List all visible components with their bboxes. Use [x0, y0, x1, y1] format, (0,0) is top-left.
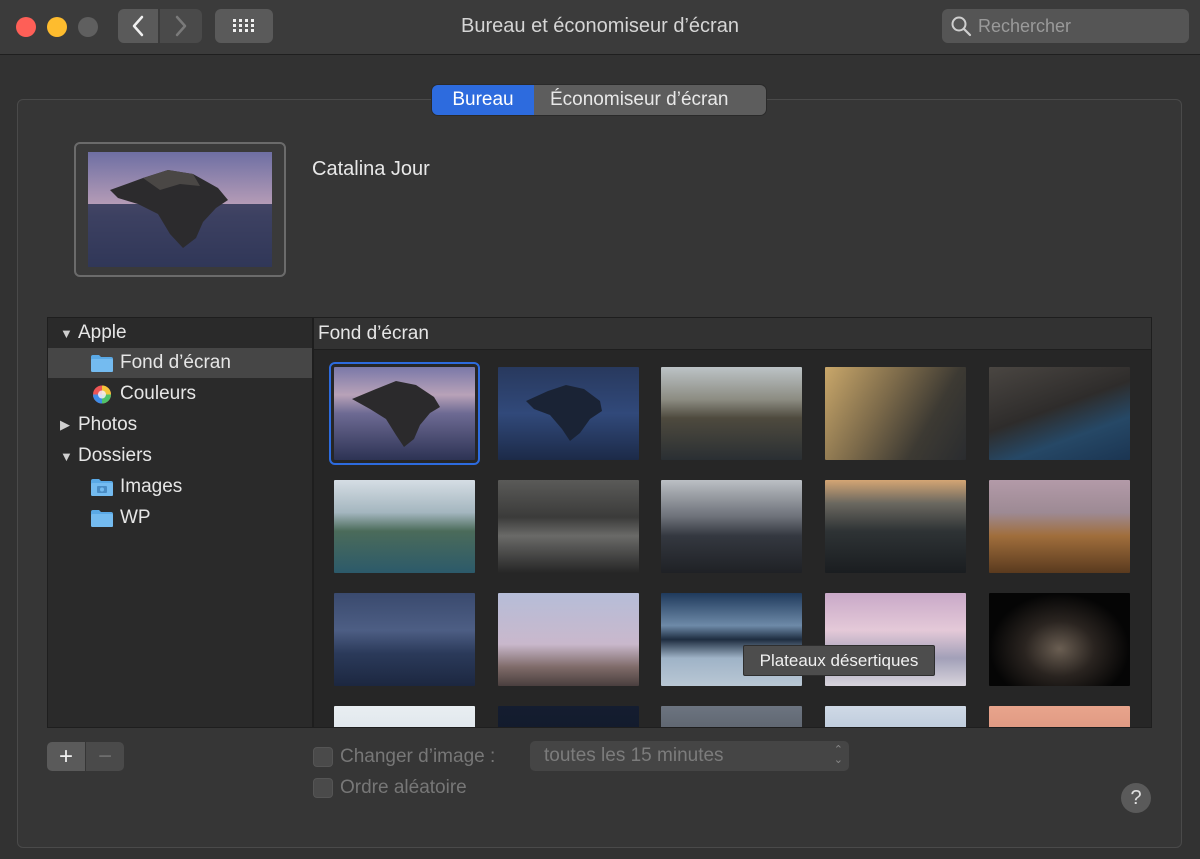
sidebar-item-label: Photos — [78, 414, 138, 435]
color-wheel-icon — [93, 385, 111, 403]
wallpaper-thumb-coast[interactable] — [334, 480, 475, 573]
updown-chevron-icon: ⌃ ⌄ — [833, 744, 843, 766]
wallpaper-thumb-desert-rock[interactable] — [498, 593, 639, 686]
tab-bar: Bureau Économiseur d’écran — [432, 85, 766, 115]
folder-icon — [91, 509, 113, 527]
sidebar-item-wp[interactable]: WP — [48, 503, 312, 533]
sidebar-item-label: Images — [120, 476, 183, 497]
wallpaper-preview — [74, 142, 286, 277]
tab-screensaver[interactable]: Économiseur d’écran — [534, 85, 766, 115]
search-placeholder: Rechercher — [978, 15, 1072, 36]
random-order-checkbox[interactable] — [313, 778, 333, 798]
wallpaper-thumb-tufa-night[interactable] — [989, 593, 1130, 686]
tab-bureau[interactable]: Bureau — [432, 85, 534, 115]
sidebar-item-fond-ecran[interactable]: Fond d’écran — [48, 348, 312, 378]
remove-folder-button[interactable]: − — [86, 742, 124, 771]
disclosure-right-icon[interactable]: ▶ — [60, 417, 74, 433]
thumbnail-tooltip: Plateaux désertiques — [743, 645, 935, 676]
sidebar-group-dossiers[interactable]: ▼ Dossiers — [48, 441, 312, 471]
sidebar-item-label: Dossiers — [78, 445, 152, 466]
wallpaper-thumb-rock-water[interactable] — [989, 367, 1130, 460]
title-bar: Bureau et économiseur d’écran Rechercher — [0, 0, 1200, 55]
wallpaper-name: Catalina Jour — [312, 158, 430, 180]
wallpaper-thumb-row4-5[interactable] — [989, 706, 1130, 727]
add-folder-button[interactable]: + — [47, 742, 85, 771]
random-order-label: Ordre aléatoire — [340, 777, 467, 798]
sidebar-item-label: Fond d’écran — [120, 352, 231, 373]
interval-value: toutes les 15 minutes — [544, 745, 724, 766]
sidebar-item-label: Apple — [78, 322, 127, 343]
sidebar-group-apple[interactable]: ▼ Apple — [48, 318, 312, 348]
wallpaper-thumb-stormy-sea[interactable] — [498, 480, 639, 573]
interval-select[interactable]: toutes les 15 minutes ⌃ ⌄ — [530, 741, 849, 771]
disclosure-down-icon[interactable]: ▼ — [60, 326, 74, 341]
wallpaper-thumb-cliffs-2[interactable] — [825, 367, 966, 460]
search-icon — [951, 16, 972, 37]
sidebar-item-label: Couleurs — [120, 383, 197, 404]
change-picture-label: Changer d’image : — [340, 746, 496, 767]
island-silhouette — [526, 385, 602, 441]
search-input[interactable]: Rechercher — [942, 9, 1189, 43]
island-silhouette — [352, 381, 440, 447]
wallpaper-thumb-catalina-night[interactable] — [498, 367, 639, 460]
wallpaper-thumb-island-clouds[interactable] — [661, 480, 802, 573]
wallpaper-thumb-cliffs-1[interactable] — [661, 367, 802, 460]
source-sidebar: ▼ Apple Fond d’écran Couleurs ▶ Photos ▼… — [47, 317, 313, 728]
wallpaper-thumb-row4-3[interactable] — [661, 706, 802, 727]
gallery-header: Fond d’écran — [314, 318, 1151, 350]
wallpaper-thumb-row4-1[interactable] — [334, 706, 475, 727]
wallpaper-thumb-row4-4[interactable] — [825, 706, 966, 727]
sidebar-group-photos[interactable]: ▶ Photos — [48, 410, 312, 440]
wallpaper-thumb-row4-2[interactable] — [498, 706, 639, 727]
disclosure-down-icon[interactable]: ▼ — [60, 449, 74, 464]
sidebar-item-couleurs[interactable]: Couleurs — [48, 379, 312, 409]
wallpaper-thumb-dunes-night[interactable] — [334, 593, 475, 686]
wallpaper-gallery: Fond d’écran — [313, 317, 1152, 728]
sidebar-item-label: WP — [120, 507, 151, 528]
pictures-folder-icon — [91, 478, 113, 496]
folder-icon — [91, 354, 113, 372]
wallpaper-thumb-dunes-day[interactable] — [989, 480, 1130, 573]
sidebar-item-images[interactable]: Images — [48, 472, 312, 502]
catalina-island-image — [88, 152, 272, 267]
wallpaper-thumb-fog-coast[interactable] — [825, 480, 966, 573]
wallpaper-thumb-catalina-day[interactable] — [329, 362, 480, 465]
change-picture-checkbox[interactable] — [313, 747, 333, 767]
help-button[interactable]: ? — [1121, 783, 1151, 813]
